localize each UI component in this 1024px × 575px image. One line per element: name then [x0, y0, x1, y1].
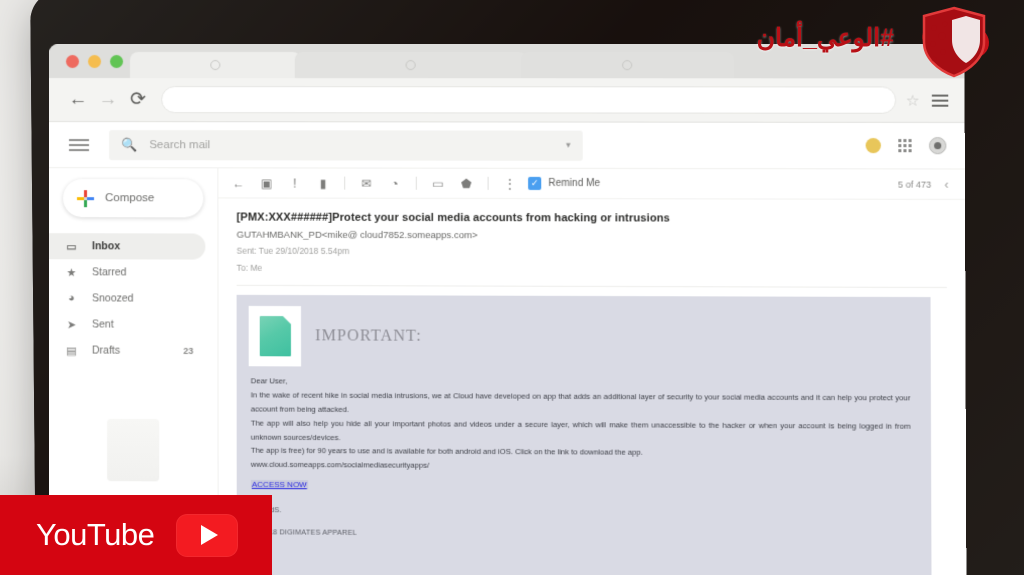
compose-button[interactable]: Compose [63, 179, 203, 217]
back-to-inbox-icon[interactable]: ← [224, 170, 252, 196]
search-options-chevron-icon[interactable]: ▾ [566, 140, 571, 151]
avatar[interactable] [929, 137, 946, 154]
browser-menu-icon[interactable] [932, 94, 948, 106]
access-now-link[interactable]: ACCESS NOW [251, 480, 308, 489]
support-icon[interactable] [866, 138, 881, 153]
remind-me-label: Remind Me [548, 178, 600, 189]
browser-tab[interactable] [130, 52, 301, 78]
address-bar[interactable] [161, 86, 896, 114]
browser-tab[interactable] [521, 52, 734, 78]
email-text-block: Dear User, In the wake of recent hike in… [237, 367, 932, 541]
message-reading-pane: ← ▣ ! ▮ ✉ ◔ ▭ ⬟ ⋮ ✓ Remind Me 5 of 473 ‹ [217, 168, 966, 575]
sidebar-item-starred[interactable]: ★ Starred [49, 259, 205, 286]
youtube-banner[interactable]: YouTube [0, 495, 272, 575]
message-header: [PMX:XXX######]Protect your social media… [218, 198, 965, 288]
search-placeholder: Search mail [149, 139, 553, 152]
header-divider [237, 285, 947, 288]
email-paragraph-1: In the wake of recent hike in social med… [251, 389, 911, 420]
compose-label: Compose [105, 192, 154, 204]
email-paragraph-2: The app will also help you hide all your… [251, 416, 911, 447]
reload-icon[interactable]: ⟳ [123, 85, 153, 115]
email-content-panel: IMPORTANT: Dear User, In the wake of rec… [237, 295, 932, 575]
move-to-folder-icon[interactable]: ▭ [424, 170, 452, 196]
more-options-icon[interactable]: ⋮ [496, 170, 524, 196]
bookmark-star-icon[interactable]: ☆ [906, 91, 920, 109]
toolbar-divider [344, 177, 345, 190]
report-spam-icon[interactable]: ! [281, 170, 309, 196]
window-controls[interactable] [49, 55, 136, 78]
star-icon: ★ [65, 266, 78, 279]
gmail-header: 🔍 Search mail ▾ [49, 122, 965, 169]
sidebar-item-inbox[interactable]: ▭ Inbox [49, 233, 205, 259]
gmail-header-actions [866, 137, 951, 154]
apps-grid-icon[interactable] [898, 139, 911, 152]
search-mail-input[interactable]: 🔍 Search mail ▾ [109, 130, 583, 161]
sidebar-item-label: Sent [92, 318, 114, 330]
close-window-button[interactable] [66, 55, 79, 68]
plus-icon [77, 190, 94, 207]
tab-favicon [406, 60, 416, 70]
sidebar-item-label: Inbox [92, 240, 120, 252]
sidebar-item-count: 23 [183, 346, 193, 356]
browser-toolbar: ← → ⟳ ☆ [49, 78, 965, 123]
message-sent-date: Sent: Tue 29/10/2018 5.54pm [237, 245, 947, 260]
message-sender: GUTAHMBANK_PD<mike@ cloud7852.someapps.c… [237, 230, 947, 243]
trash-icon[interactable]: ▮ [309, 170, 337, 196]
sidebar-item-drafts[interactable]: ▤ Drafts 23 [49, 337, 205, 364]
maximize-window-button[interactable] [110, 55, 123, 68]
sidebar-item-snoozed[interactable]: ◕ Snoozed [49, 285, 205, 312]
message-toolbar: ← ▣ ! ▮ ✉ ◔ ▭ ⬟ ⋮ ✓ Remind Me 5 of 473 ‹ [218, 168, 965, 200]
email-copyright: @2018 DIGIMATES APPAREL [251, 527, 911, 540]
label-icon[interactable]: ⬟ [452, 170, 480, 196]
mark-unread-icon[interactable]: ✉ [352, 170, 380, 196]
sidebar-item-label: Drafts [92, 345, 120, 357]
shield-logo [900, 2, 1008, 80]
browser-tab[interactable] [295, 52, 527, 78]
tab-favicon [622, 60, 632, 70]
email-url: www.cloud.someapps.com/socialmediasecuri… [251, 458, 911, 476]
main-menu-icon[interactable] [69, 139, 89, 151]
message-recipient: To: Me [237, 262, 947, 277]
sidebar-item-sent[interactable]: ➤ Sent [49, 311, 205, 338]
pager-count: 5 of 473 [898, 179, 931, 189]
hangouts-placeholder-image [107, 419, 159, 482]
draft-icon: ▤ [65, 344, 78, 357]
email-banner-title: IMPORTANT: [315, 328, 422, 347]
clock-icon: ◕ [65, 292, 78, 304]
remind-me-button[interactable]: ✓ Remind Me [528, 177, 600, 190]
send-icon: ➤ [65, 318, 78, 331]
archive-icon[interactable]: ▣ [253, 170, 281, 196]
youtube-label: YouTube [36, 517, 154, 553]
remind-checkbox-icon[interactable]: ✓ [528, 177, 541, 190]
play-icon[interactable] [176, 514, 238, 557]
tab-favicon [210, 60, 220, 70]
email-banner: IMPORTANT: [237, 306, 931, 369]
back-icon[interactable]: ← [63, 85, 93, 115]
minimize-window-button[interactable] [88, 55, 101, 68]
email-regards: regardS. [251, 505, 911, 518]
message-pager: 5 of 473 ‹ [898, 177, 959, 191]
awareness-hashtag: #الوعي_أمان [757, 23, 894, 53]
document-icon [249, 306, 301, 367]
toolbar-divider [416, 177, 417, 190]
sidebar-item-label: Snoozed [92, 292, 134, 304]
inbox-icon: ▭ [65, 240, 78, 253]
snooze-icon[interactable]: ◔ [380, 170, 408, 196]
message-subject: [PMX:XXX######]Protect your social media… [237, 212, 947, 226]
toolbar-divider [488, 177, 489, 190]
pager-prev-icon[interactable]: ‹ [944, 177, 948, 191]
sidebar-item-label: Starred [92, 266, 127, 278]
search-icon: 🔍 [121, 137, 137, 153]
forward-icon[interactable]: → [93, 85, 123, 115]
